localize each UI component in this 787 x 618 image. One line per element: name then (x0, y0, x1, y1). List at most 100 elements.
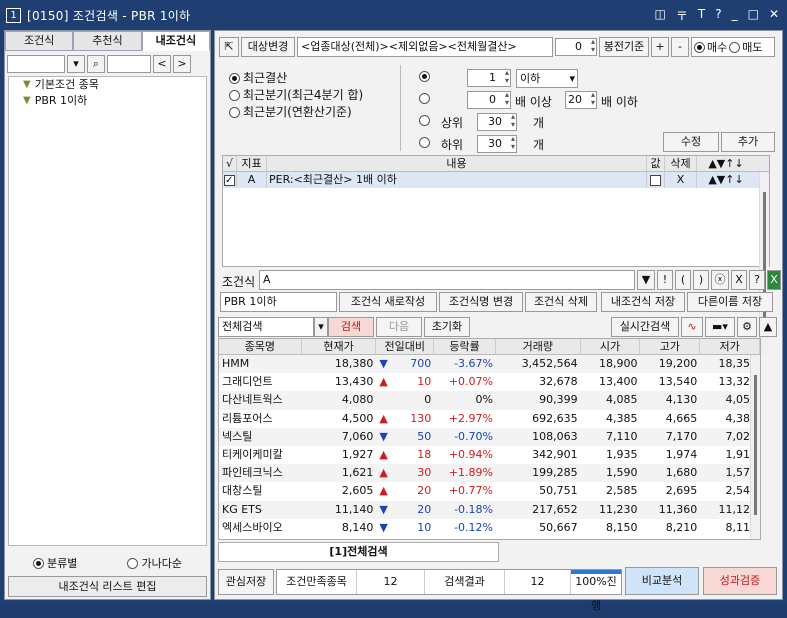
gear-icon[interactable]: ⚙ (737, 317, 757, 337)
formula-lparen-button[interactable]: ( (675, 270, 691, 290)
layout-icon[interactable]: ◫ (655, 7, 666, 24)
modify-button[interactable]: 수정 (663, 132, 719, 152)
table-row[interactable]: KG ETS 11,140 ▼ 20 -0.18% 217,652 11,230 11,360… (219, 500, 760, 519)
tab-my-condition[interactable]: 내조건식 (141, 31, 210, 51)
table-row[interactable]: 넥스틸 7,060 ▼ 50 -0.70% 108,063 7,110 7,170 7,020 (219, 427, 760, 446)
table-row[interactable]: 그래디언트 13,430 ▲ 10 +0.07% 32,678 13,400 13,540 13… (219, 373, 760, 391)
save-as-button[interactable]: 다른이름 저장 (687, 292, 773, 312)
table-row[interactable]: HMM 18,380 ▼ 700 -3.67% 3,452,564 18,900 19,200… (219, 355, 760, 374)
category-select[interactable] (7, 55, 65, 73)
plus-button[interactable]: + (651, 37, 669, 57)
reset-button[interactable]: 초기화 (424, 317, 470, 337)
tab-all-search[interactable]: [1]전체검색 (218, 542, 499, 562)
minus-button[interactable]: - (671, 37, 689, 57)
condition-name-input[interactable]: PBR 1이하 (220, 292, 337, 312)
table-row[interactable]: 다산네트웍스 4,080 0 0% 90,399 4,085 4,130 4,055 (219, 391, 760, 410)
cell-change: ▼ 10 (376, 519, 434, 537)
new-condition-button[interactable]: 조건식 새로작성 (339, 292, 437, 312)
table-row[interactable]: 티케이케미칼 1,927 ▲ 18 +0.94% 342,901 1,935 1,974 1,9… (219, 446, 760, 464)
table-row[interactable]: 파인테크닉스 1,621 ▲ 30 +1.89% 199,285 1,590 1,680 1,5… (219, 464, 760, 483)
table-row[interactable]: 대창스틸 2,605 ▲ 20 +0.77% 50,751 2,585 2,695 2,540 (219, 482, 760, 500)
period-label-button[interactable]: 봉전기준 (599, 37, 649, 57)
maximize-icon[interactable]: □ (748, 7, 759, 24)
cell-volume: 108,063 (532, 429, 578, 443)
tab-condition[interactable]: 조건식 (5, 31, 74, 51)
tree-item-basic[interactable]: ▼ 기본조건 종목 (9, 77, 206, 93)
compare-analysis-button[interactable]: 비교분석 (625, 567, 699, 595)
font-icon[interactable]: T (698, 7, 705, 24)
cell-open: 4,385 (605, 411, 638, 425)
minimize-icon[interactable]: _ (732, 7, 738, 24)
save-interest-button[interactable]: 관심저장 (218, 569, 274, 595)
formula-help-button[interactable]: ? (749, 270, 765, 290)
row-delete-button[interactable]: X (665, 172, 697, 188)
up-arrow-icon: ▲ (379, 375, 388, 389)
up-arrow-icon: ▲ (379, 411, 388, 425)
rename-condition-button[interactable]: 조건식명 변경 (439, 292, 523, 312)
opt-latest[interactable]: 최근결산 (229, 71, 287, 86)
delete-condition-button[interactable]: 조건식 삭제 (525, 292, 597, 312)
table-row[interactable]: 리튬포어스 4,500 ▲ 130 +2.97% 692,635 4,385 4,665 4,3… (219, 410, 760, 428)
bottom-spin[interactable]: 30 (477, 135, 517, 153)
menu-icon[interactable]: ▬▾ (705, 317, 735, 337)
tree-item-pbr[interactable]: ▼ PBR 1이하 (9, 93, 206, 109)
dropdown-arrow-icon[interactable]: ▾ (314, 317, 328, 337)
formula-not-button[interactable]: ! (657, 270, 673, 290)
next-button[interactable]: 다음 (376, 317, 422, 337)
search-icon[interactable]: ⌕ (87, 55, 105, 73)
compare-select[interactable]: 이하 ▾ (516, 69, 578, 88)
formula-clear-button[interactable]: X (731, 270, 747, 290)
target-change-button[interactable]: 대상변경 (241, 37, 295, 57)
expand-icon[interactable]: ⇱ (219, 37, 239, 57)
formula-rparen-button[interactable]: ) (693, 270, 709, 290)
close-icon[interactable]: ✕ (769, 7, 779, 24)
radio-category[interactable]: 분류별 (33, 555, 77, 571)
edit-list-button[interactable]: 내조건식 리스트 편집 (8, 576, 207, 597)
dropdown-arrow-icon[interactable]: ▾ (67, 55, 85, 73)
formula-xor-button[interactable]: ⓧ (711, 270, 729, 290)
condition-row[interactable]: A PER:<최근결산> 1배 이하 X ▲▼↑↓ (223, 172, 769, 188)
radio-cond-2[interactable] (419, 93, 430, 104)
period-spin[interactable]: 0 (555, 38, 597, 56)
row-checkbox[interactable] (223, 172, 237, 188)
radio-label: 가나다순 (141, 557, 182, 570)
value-spin-3[interactable]: 20 (565, 91, 597, 109)
row-order-buttons[interactable]: ▲▼↑↓ (697, 172, 755, 188)
tab-recommend[interactable]: 추천식 (73, 31, 142, 51)
next-icon[interactable]: > (173, 55, 191, 73)
add-button[interactable]: 추가 (721, 132, 775, 152)
excel-icon[interactable]: X (767, 270, 781, 290)
result-scrollbar[interactable] (750, 355, 760, 539)
cell-volume: 217,652 (532, 502, 578, 516)
value-spin-1[interactable]: 1 (467, 69, 511, 87)
search-input[interactable] (107, 55, 151, 73)
radio-alpha[interactable]: 가나다순 (127, 555, 182, 571)
search-button[interactable]: 검색 (328, 317, 374, 337)
prev-icon[interactable]: < (153, 55, 171, 73)
chart-icon[interactable]: ∿ (681, 317, 703, 337)
realtime-search-button[interactable]: 실시간검색 (611, 317, 679, 337)
opt-quarter-annual[interactable]: 최근분기(연환산기준) (229, 105, 352, 120)
cell-rate: +0.77% (448, 484, 493, 498)
scope-select[interactable]: 전체검색 (218, 317, 314, 337)
save-condition-button[interactable]: 내조건식 저장 (601, 292, 685, 312)
col-indicator: 지표 (237, 156, 267, 171)
table-row[interactable]: 엑세스바이오 8,140 ▼ 10 -0.12% 50,667 8,150 8,210 8,11… (219, 519, 760, 537)
top-spin[interactable]: 30 (477, 113, 517, 131)
formula-input[interactable]: A (259, 270, 635, 290)
radio-buy[interactable] (694, 41, 705, 53)
performance-verify-button[interactable]: 성과검증 (703, 567, 777, 595)
radio-sell[interactable] (729, 41, 741, 53)
radio-cond-1[interactable] (419, 71, 430, 82)
pin-icon[interactable]: 〒 (676, 7, 688, 24)
radio-top[interactable] (419, 115, 430, 126)
radio-bottom[interactable] (419, 137, 430, 148)
cell-high: 4,130 (665, 393, 698, 407)
value-spin-2[interactable]: 0 (467, 91, 511, 109)
row-value-checkbox[interactable] (647, 172, 665, 188)
cell-high: 4,665 (665, 411, 698, 425)
help-icon[interactable]: ? (715, 7, 721, 24)
collapse-up-icon[interactable]: ▲ (759, 317, 777, 337)
opt-quarter-sum[interactable]: 최근분기(최근4분기 합) (229, 88, 363, 103)
formula-dropdown-button[interactable]: ▼ (637, 270, 655, 290)
